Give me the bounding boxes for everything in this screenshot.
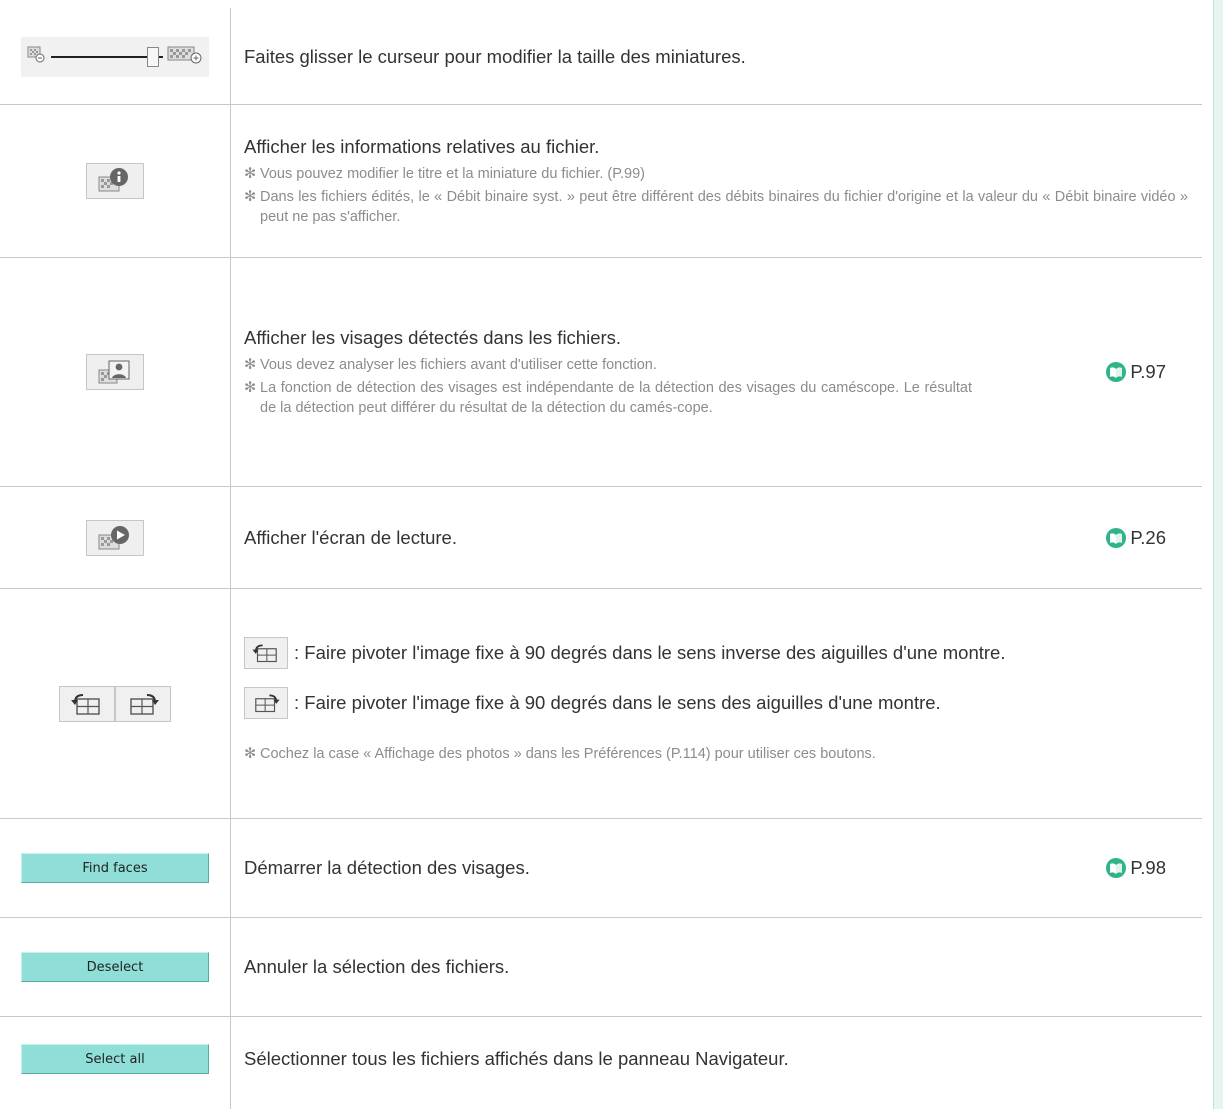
playback-icon [86, 519, 144, 556]
row-rotate: : Faire pivoter l'image fixe à 90 degrés… [0, 589, 1202, 818]
find-faces-page-ref[interactable]: P.98 [1106, 857, 1166, 879]
row-thumbnail-size: Faites glisser le curseur pour modifier … [0, 10, 1202, 104]
select-all-description: Sélectionner tous les fichiers affichés … [244, 1048, 789, 1069]
page-edge-strip [1213, 0, 1223, 1109]
info-note-1: ✻ Vous pouvez modifier le titre et la min… [244, 166, 645, 182]
rotate-left-line: : Faire pivoter l'image fixe à 90 degrés… [244, 637, 1188, 669]
zoom-out-icon[interactable] [27, 46, 47, 69]
rotate-right-icon[interactable] [115, 685, 171, 722]
rotate-note: ✻ Cochez la case « Affichage des photos »… [244, 746, 876, 762]
faces-description: Afficher les visages détectés dans les f… [244, 327, 622, 348]
face-display-icon [86, 354, 144, 390]
slider-track[interactable] [51, 47, 163, 67]
slider-description: Faites glisser le curseur pour modifier … [244, 46, 746, 67]
rotate-left-icon [244, 637, 288, 669]
row-select-all: Select all Sélectionner tous les fichier… [0, 1017, 1202, 1109]
rotate-left-icon[interactable] [59, 685, 115, 722]
row-deselect: Deselect Annuler la sélection des fichie… [0, 918, 1202, 1016]
slider-handle[interactable] [147, 47, 159, 67]
info-description: Afficher les informations relatives au f… [244, 136, 600, 157]
find-faces-description: Démarrer la détection des visages. [244, 857, 530, 878]
rotate-button-group [59, 685, 171, 722]
playback-description: Afficher l'écran de lecture. [244, 526, 457, 548]
find-faces-button[interactable]: Find faces [21, 853, 209, 883]
deselect-button[interactable]: Deselect [21, 952, 209, 982]
info-note-2: ✻ Dans les fichiers édités, le « Débit bi… [244, 189, 1188, 225]
faces-note-1: ✻ Vous devez analyser les fichiers avant … [244, 357, 657, 373]
rotate-left-text: : Faire pivoter l'image fixe à 90 degrés… [294, 642, 1006, 663]
rotate-right-line: : Faire pivoter l'image fixe à 90 degrés… [244, 687, 1188, 719]
zoom-in-icon[interactable] [167, 46, 203, 69]
rotate-right-text: : Faire pivoter l'image fixe à 90 degrés… [294, 692, 941, 713]
file-info-icon [86, 163, 144, 199]
faces-note-2: ✻ La fonction de détection des visages es… [244, 380, 972, 416]
playback-page-ref[interactable]: P.26 [1106, 527, 1166, 549]
book-icon [1106, 362, 1127, 382]
book-icon [1106, 858, 1127, 878]
faces-page-ref[interactable]: P.97 [1106, 361, 1166, 383]
book-icon [1106, 527, 1127, 548]
row-playback: Afficher l'écran de lecture. P.26 [0, 487, 1202, 588]
row-file-info: Afficher les informations relatives au f… [0, 105, 1202, 257]
deselect-description: Annuler la sélection des fichiers. [244, 956, 510, 977]
select-all-button[interactable]: Select all [21, 1044, 209, 1074]
row-faces: Afficher les visages détectés dans les f… [0, 258, 1202, 486]
thumbnail-size-slider[interactable] [21, 37, 209, 77]
row-find-faces: Find faces Démarrer la détection des vis… [0, 819, 1202, 917]
rotate-right-icon [244, 687, 288, 719]
